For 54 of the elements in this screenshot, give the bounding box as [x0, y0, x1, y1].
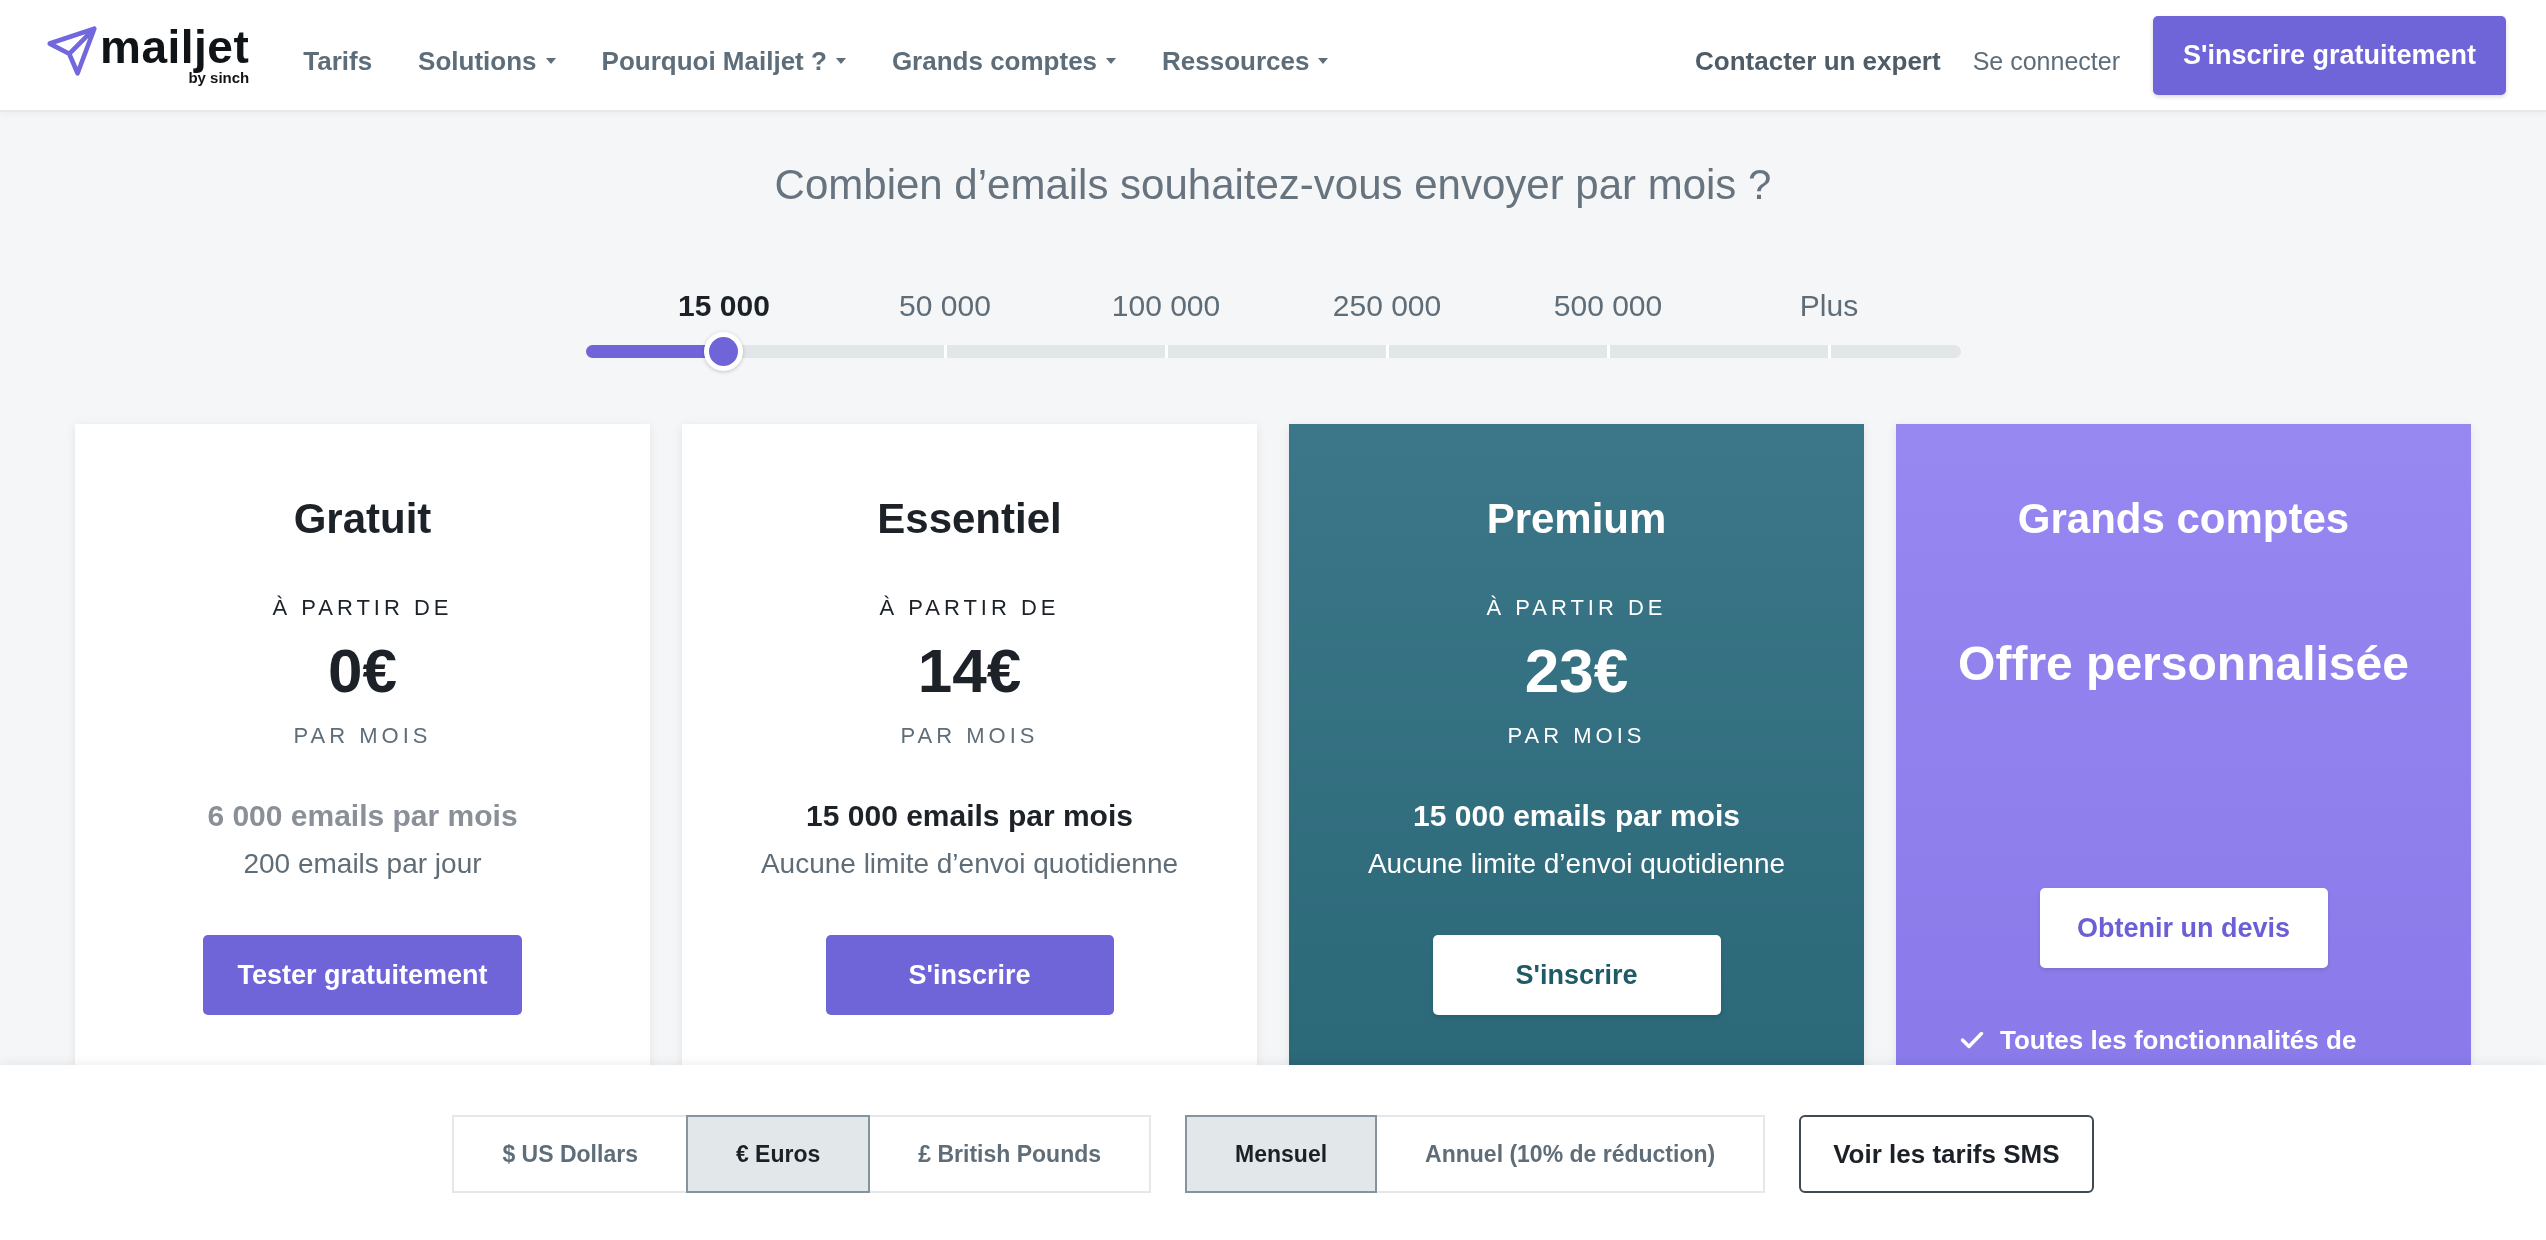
price-caption: À PARTIR DE — [1486, 594, 1667, 622]
billing-option[interactable]: Mensuel — [1185, 1115, 1378, 1193]
nav-link[interactable]: Pourquoi Mailjet ? — [601, 45, 846, 77]
plan-cta-button[interactable]: S'inscrire — [1432, 935, 1721, 1015]
paper-plane-icon[interactable] — [46, 25, 98, 77]
login-link[interactable]: Se connecter — [1972, 34, 2120, 76]
price-caption: À PARTIR DE — [272, 594, 453, 622]
sending-limit: Aucune limite d’envoi quotidienne — [1367, 847, 1786, 881]
email-quota: 15 000 emails par mois — [1413, 798, 1740, 834]
quote-button[interactable]: Obtenir un devis — [2039, 888, 2328, 968]
volume-option[interactable]: 15 000 — [613, 288, 835, 324]
nav-link[interactable]: Ressources — [1162, 45, 1329, 77]
caret-icon — [545, 58, 556, 64]
signup-button[interactable]: S'inscrire gratuitement — [2153, 15, 2506, 95]
volume-slider[interactable] — [585, 332, 1961, 371]
custom-offer: Offre personnalisée — [1958, 636, 2409, 692]
plan-name: Gratuit — [293, 494, 432, 544]
caret-icon — [835, 58, 846, 64]
email-quota: 6 000 emails par mois — [207, 798, 518, 834]
volume-option[interactable]: Plus — [1718, 288, 1940, 324]
sending-limit: 200 emails par jour — [243, 847, 482, 881]
plan-price: 14€ — [917, 636, 1022, 706]
currency-option[interactable]: £ British Pounds — [868, 1115, 1152, 1193]
caret-icon — [1318, 58, 1329, 64]
caret-icon — [1106, 58, 1117, 64]
sms-pricing-button[interactable]: Voir les tarifs SMS — [1799, 1115, 2094, 1193]
plan-price: 23€ — [1524, 636, 1629, 706]
billing-option[interactable]: Annuel (10% de réduction) — [1375, 1115, 1766, 1193]
price-period: PAR MOIS — [900, 722, 1039, 750]
feature-text: Toutes les fonctionnalités de — [2000, 1024, 2357, 1057]
plan-price: 0€ — [328, 636, 397, 706]
volume-question: Combien d’emails souhaitez-vous envoyer par mois ? — [774, 160, 1772, 210]
currency-option[interactable]: € Euros — [685, 1115, 871, 1193]
plan-cta-button[interactable]: S'inscrire — [825, 935, 1114, 1015]
volume-option[interactable]: 50 000 — [834, 288, 1056, 324]
sending-limit: Aucune limite d’envoi quotidienne — [760, 847, 1179, 881]
nav-link[interactable]: Tarifs — [303, 45, 373, 77]
contact-link[interactable]: Contacter un expert — [1695, 33, 1941, 77]
price-caption: À PARTIR DE — [879, 594, 1060, 622]
nav-link[interactable]: Grands comptes — [891, 45, 1117, 77]
plan-name: Premium — [1486, 494, 1667, 544]
currency-option[interactable]: $ US Dollars — [452, 1115, 688, 1193]
email-quota: 15 000 emails par mois — [806, 798, 1133, 834]
price-period: PAR MOIS — [1507, 722, 1646, 750]
volume-option[interactable]: 500 000 — [1497, 288, 1719, 324]
volume-option[interactable]: 100 000 — [1055, 288, 1277, 324]
plan-name: Grands comptes — [2017, 494, 2350, 544]
slider-handle[interactable] — [703, 332, 743, 371]
plan-name: Essentiel — [877, 494, 1062, 544]
volume-option[interactable]: 250 000 — [1276, 288, 1498, 324]
plan-cta-button[interactable]: Tester gratuitement — [203, 935, 522, 1015]
price-period: PAR MOIS — [293, 722, 432, 750]
nav-link[interactable]: Solutions — [418, 45, 556, 77]
check-icon — [1960, 1031, 1984, 1049]
